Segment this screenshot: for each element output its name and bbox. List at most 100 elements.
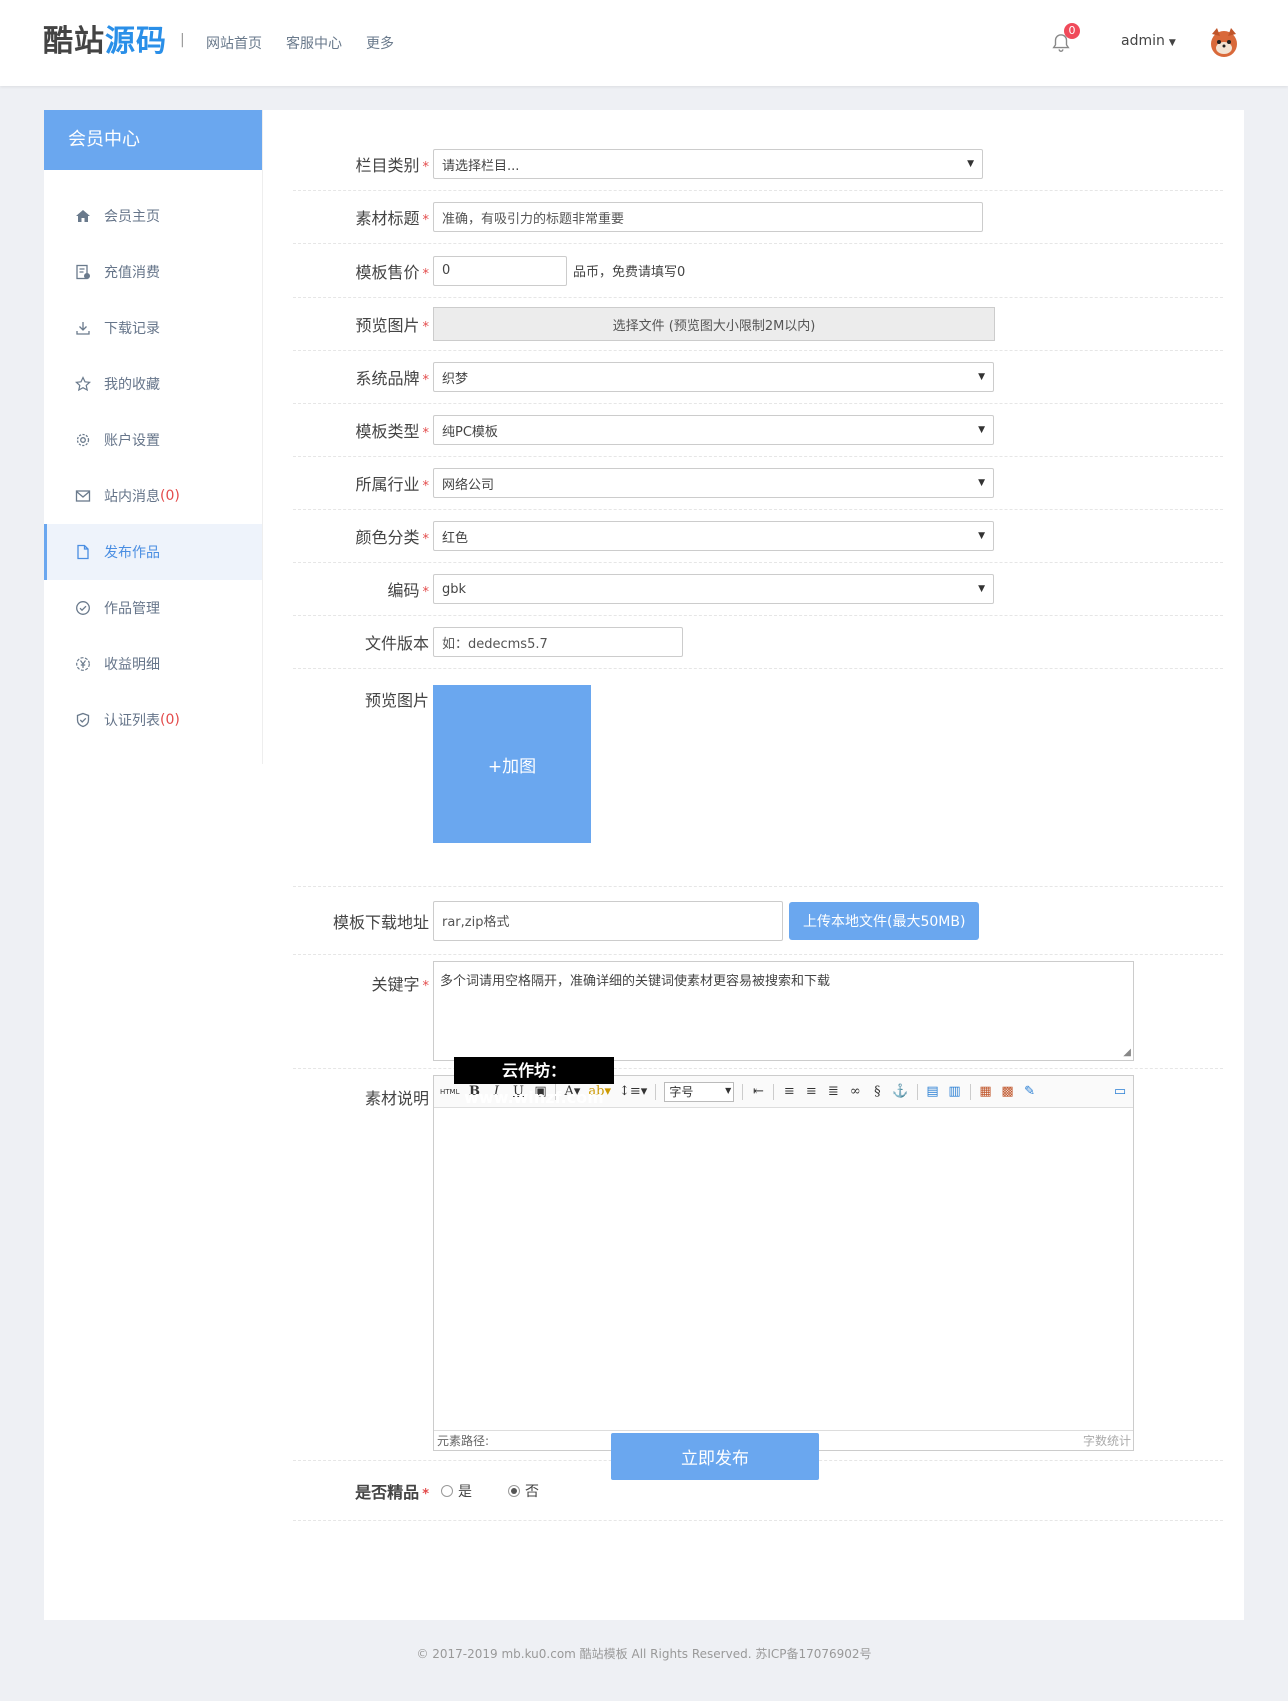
sidebar-menu: 会员主页 充值消费 下载记录 我的收藏 账户设置 站内消息 (0) 发布作品 作… (44, 170, 262, 748)
document-icon (74, 543, 92, 561)
line-height-icon[interactable]: ↕≡▾ (619, 1083, 647, 1101)
brand-label: 系统品牌 * (355, 369, 429, 388)
color-label: 颜色分类 * (355, 528, 429, 547)
avatar[interactable] (1206, 24, 1242, 60)
rich-text-editor: HTML B I U ▣ A▾ ab▾ ↕≡▾ 字号▼ ⇤ ≡ ≡ ≣ (433, 1075, 1134, 1451)
multi-image-icon[interactable]: ▩ (1001, 1083, 1015, 1101)
color-select[interactable]: 红色 ▼ (433, 521, 994, 551)
clear-format-icon[interactable]: ⇤ (751, 1083, 765, 1101)
gear-icon (74, 431, 92, 449)
price-hint: 品币，免费请填写0 (573, 265, 686, 280)
image-left-icon[interactable]: ▤ (926, 1083, 940, 1101)
sidebar-item-earnings[interactable]: 收益明细 (44, 636, 262, 692)
row-category: 栏目类别 * 请选择栏目... ▼ (293, 138, 1223, 191)
preview-file-label: 预览图片 * (355, 316, 429, 335)
unlink-icon[interactable]: § (870, 1083, 884, 1101)
template-type-select[interactable]: 纯PC模板 ▼ (433, 415, 994, 445)
caret-down-icon: ▼ (978, 478, 985, 488)
shield-check-icon (74, 711, 92, 729)
featured-label: 是否精品 * (355, 1482, 429, 1502)
encoding-select[interactable]: gbk ▼ (433, 574, 994, 604)
sidebar-item-favorites[interactable]: 我的收藏 (44, 356, 262, 412)
row-preview-file: 预览图片 * 选择文件 (预览图大小限制2M以内) (293, 298, 1223, 351)
align-justify-icon[interactable]: ≣ (826, 1083, 840, 1101)
top-nav: 网站首页 客服中心 更多 (206, 33, 394, 53)
editor-content-area[interactable] (434, 1108, 1133, 1430)
attachment-icon[interactable]: ✎ (1023, 1083, 1037, 1101)
featured-no-radio[interactable]: 否 (508, 1481, 539, 1501)
row-version: 文件版本 如：dedecms5.7 (293, 616, 1223, 669)
nav-service-link[interactable]: 客服中心 (286, 33, 342, 53)
price-input[interactable]: 0 (433, 255, 567, 286)
row-encoding: 编码 * gbk ▼ (293, 563, 1223, 616)
user-menu[interactable]: admin ▼ (1121, 33, 1176, 49)
template-type-label: 模板类型 * (355, 422, 429, 441)
anchor-icon[interactable]: ⚓ (892, 1083, 908, 1101)
sidebar-item-home[interactable]: 会员主页 (44, 188, 262, 244)
certification-count: (0) (160, 712, 180, 728)
title-input[interactable]: 准确，有吸引力的标题非常重要 (433, 202, 983, 232)
caret-down-icon: ▼ (978, 584, 985, 594)
main-card: 会员中心 会员主页 充值消费 下载记录 我的收藏 账户设置 站内消息 (0) 发… (44, 110, 1244, 1620)
sidebar-item-publish[interactable]: 发布作品 (44, 524, 262, 580)
description-label: 素材说明 (364, 1089, 429, 1108)
caret-down-icon: ▼ (978, 531, 985, 541)
sidebar-item-settings[interactable]: 账户设置 (44, 412, 262, 468)
resize-grip-icon[interactable]: ◢ (1123, 1047, 1131, 1058)
top-header: 酷站源码 | 网站首页 客服中心 更多 0 admin ▼ (0, 0, 1288, 86)
category-select[interactable]: 请选择栏目... ▼ (433, 149, 983, 179)
insert-image-icon[interactable]: ▦ (979, 1083, 993, 1101)
font-size-select[interactable]: 字号 ▼ (664, 1081, 735, 1102)
home-icon (74, 207, 92, 225)
publish-button[interactable]: 立即发布 (611, 1433, 819, 1480)
sidebar-item-manage[interactable]: 作品管理 (44, 580, 262, 636)
mail-icon (74, 487, 92, 505)
site-logo[interactable]: 酷站源码 (43, 22, 167, 62)
row-keywords: 关键字 * 多个词请用空格隔开，准确详细的关键词使素材更容易被搜索和下载 ◢ (293, 955, 1223, 1069)
price-label: 模板售价 * (355, 262, 429, 282)
sidebar-item-recharge[interactable]: 充值消费 (44, 244, 262, 300)
row-template-type: 模板类型 * 纯PC模板 ▼ (293, 404, 1223, 457)
title-label: 素材标题 * (355, 209, 429, 228)
link-icon[interactable]: ∞ (848, 1083, 862, 1101)
upload-local-file-button[interactable]: 上传本地文件(最大50MB) (789, 901, 980, 940)
align-center-icon[interactable]: ≡ (804, 1083, 818, 1101)
industry-select[interactable]: 网络公司 ▼ (433, 468, 994, 498)
word-count: 字数统计 (1082, 1434, 1131, 1448)
caret-down-icon: ▼ (978, 425, 985, 435)
category-label: 栏目类别 * (355, 156, 429, 175)
industry-label: 所属行业 * (355, 475, 429, 494)
member-sidebar: 会员中心 会员主页 充值消费 下载记录 我的收藏 账户设置 站内消息 (0) 发… (44, 110, 263, 764)
caret-down-icon: ▼ (1168, 38, 1176, 48)
notification-badge: 0 (1064, 23, 1080, 39)
preview-images-label: 预览图片 (364, 691, 429, 710)
nav-more-link[interactable]: 更多 (366, 33, 394, 53)
download-label: 模板下载地址 (332, 912, 429, 932)
row-brand: 系统品牌 * 织梦 ▼ (293, 351, 1223, 404)
sidebar-item-certification[interactable]: 认证列表 (0) (44, 692, 262, 748)
check-circle-icon (74, 599, 92, 617)
sidebar-item-messages[interactable]: 站内消息 (0) (44, 468, 262, 524)
keywords-textarea[interactable]: 多个词请用空格隔开，准确详细的关键词使素材更容易被搜索和下载 ◢ (433, 961, 1134, 1061)
star-icon (74, 375, 92, 393)
version-input[interactable]: 如：dedecms5.7 (433, 627, 683, 657)
nav-home-link[interactable]: 网站首页 (206, 33, 262, 53)
download-icon (74, 319, 92, 337)
add-image-button[interactable]: +加图 (433, 685, 591, 843)
featured-yes-radio[interactable]: 是 (441, 1481, 472, 1501)
sidebar-title: 会员中心 (44, 110, 262, 170)
image-center-icon[interactable]: ▥ (948, 1083, 962, 1101)
sidebar-item-downloads[interactable]: 下载记录 (44, 300, 262, 356)
row-industry: 所属行业 * 网络公司 ▼ (293, 457, 1223, 510)
version-label: 文件版本 (364, 634, 429, 653)
align-left-icon[interactable]: ≡ (782, 1083, 796, 1101)
html-source-icon[interactable]: HTML (440, 1083, 459, 1101)
yuan-icon (74, 655, 92, 673)
choose-file-button[interactable]: 选择文件 (预览图大小限制2M以内) (433, 307, 995, 341)
caret-down-icon: ▼ (725, 1085, 732, 1095)
caret-down-icon: ▼ (967, 159, 974, 169)
preview-icon[interactable]: ▭ (1113, 1083, 1127, 1101)
download-url-input[interactable]: rar,zip格式 (433, 900, 783, 941)
nav-separator: | (180, 32, 185, 48)
brand-select[interactable]: 织梦 ▼ (433, 362, 994, 392)
